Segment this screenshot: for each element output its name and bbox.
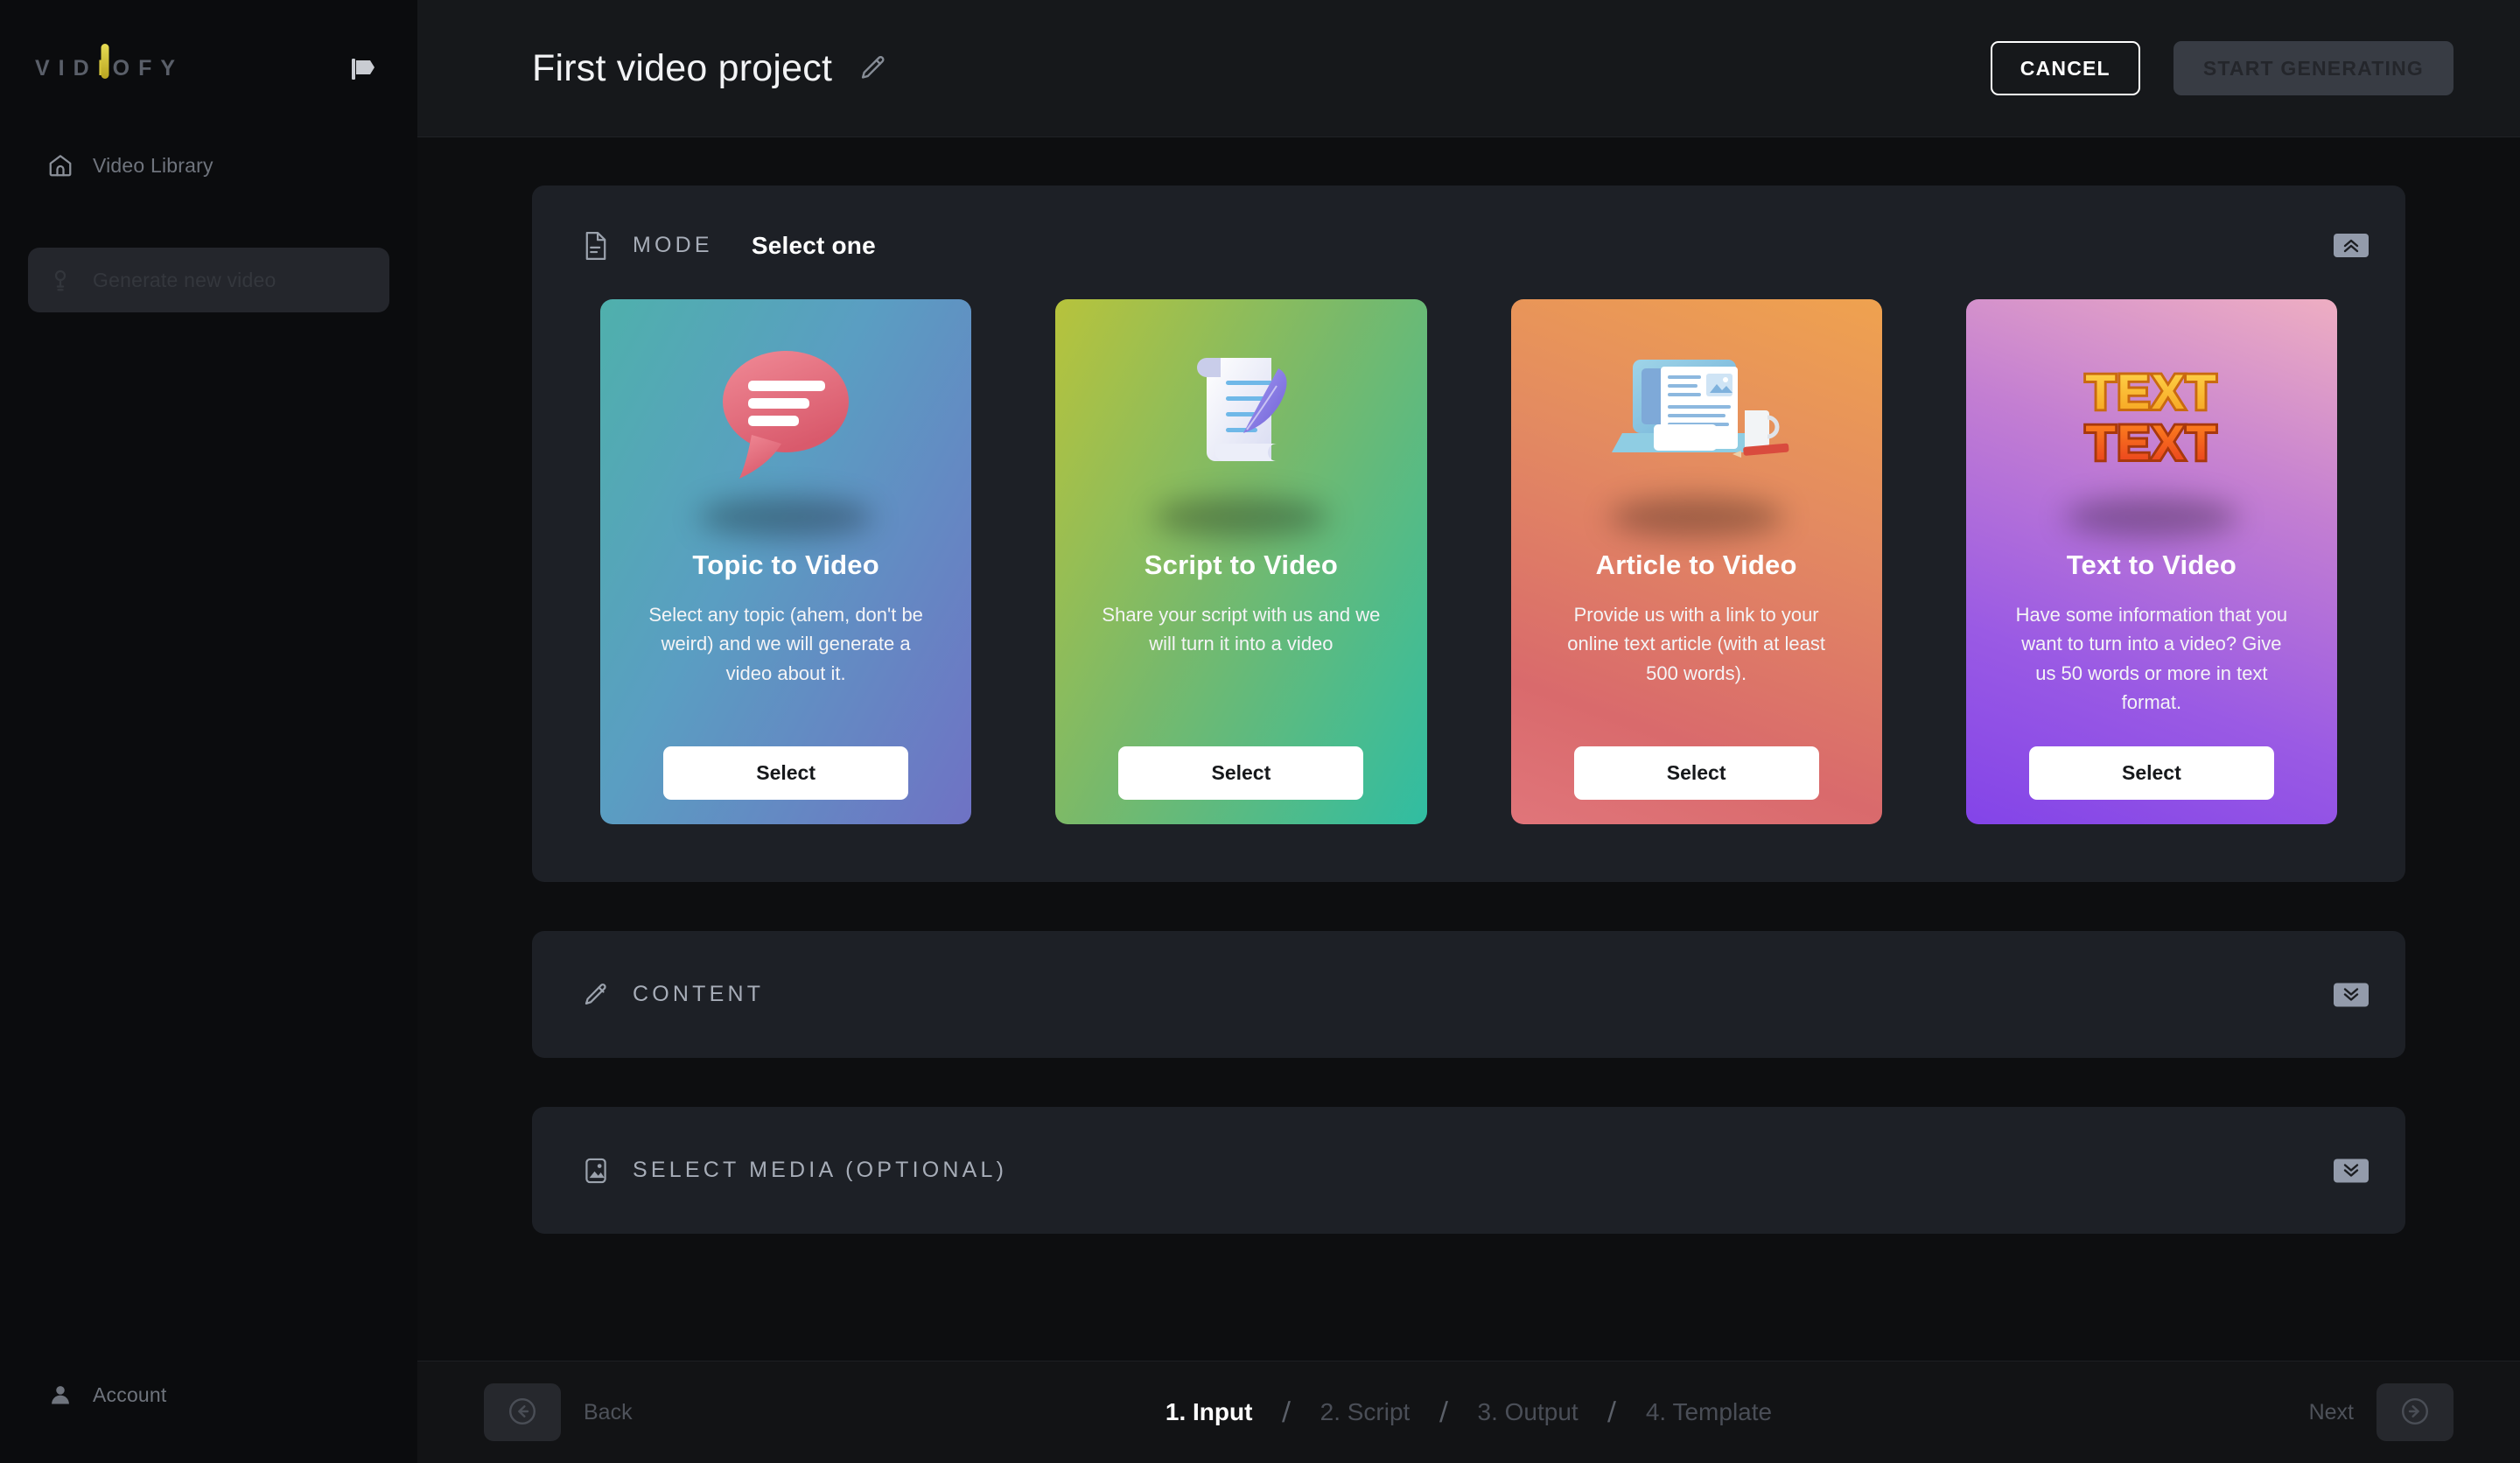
step-separator: /: [1438, 1396, 1449, 1428]
sidebar-header: VID I OFY: [0, 0, 417, 137]
document-icon: [581, 231, 610, 260]
laptop-article-icon: [1611, 360, 1789, 458]
card-title: Text to Video: [2066, 550, 2237, 580]
sidebar-nav: Video Library Generate new video: [0, 137, 417, 312]
image-icon: [581, 1156, 610, 1185]
wizard-steps: 1. Input / 2. Script / 3. Output / 4. Te…: [1166, 1396, 1772, 1429]
card-art: [623, 299, 948, 544]
double-chevron-up-icon[interactable]: [2334, 234, 2369, 257]
step-separator: /: [1607, 1396, 1617, 1428]
select-button[interactable]: Select: [2028, 746, 2274, 800]
content-section-label: CONTENT: [633, 982, 765, 1006]
sidebar-item-video-library[interactable]: Video Library: [28, 137, 389, 193]
sidebar-item-label: Account: [93, 1382, 167, 1406]
step-script[interactable]: 2. Script: [1320, 1398, 1410, 1426]
sidebar-footer: Account: [0, 1367, 417, 1463]
flag-icon[interactable]: [346, 51, 382, 88]
card-description: Have some information that you want to t…: [2015, 604, 2288, 714]
start-generating-button[interactable]: START GENERATING: [2173, 41, 2454, 95]
card-description: Share your script with us and we will tu…: [1102, 604, 1381, 655]
user-icon: [47, 1382, 74, 1408]
svg-text:TEXT: TEXT: [2085, 415, 2217, 470]
mode-cards-list: Topic to Video Select any topic (ahem, d…: [532, 260, 2405, 882]
content-scroll-area: MODE Select one Topic to Video Select an…: [417, 137, 2520, 1361]
select-media-panel[interactable]: SELECT MEDIA (OPTIONAL): [532, 1107, 2405, 1234]
logo-accent-letter: I: [97, 56, 113, 80]
card-art: [1078, 299, 1404, 544]
select-media-section-label: SELECT MEDIA (OPTIONAL): [633, 1158, 1008, 1182]
magic-wand-icon: [47, 267, 74, 293]
card-title: Script to Video: [1144, 550, 1338, 580]
select-button[interactable]: Select: [1118, 746, 1364, 800]
cancel-button[interactable]: CANCEL: [1990, 41, 2140, 95]
card-title: Topic to Video: [692, 550, 879, 580]
card-title: Article to Video: [1595, 550, 1797, 580]
pencil-icon: [581, 980, 610, 1009]
back-label: Back: [584, 1399, 633, 1424]
sidebar-item-label: Generate new video: [93, 268, 276, 291]
sidebar: VID I OFY Video Library Generate new vid…: [0, 0, 417, 1463]
text-text-icon: TEXT TEXT TEXT TEXT: [2082, 361, 2218, 472]
top-bar: First video project CANCEL START GENERAT…: [417, 0, 2520, 137]
step-template[interactable]: 4. Template: [1646, 1398, 1772, 1426]
sidebar-item-account[interactable]: Account: [28, 1367, 389, 1423]
mode-section-value: Select one: [751, 231, 876, 259]
top-bar-actions: CANCEL START GENERATING: [1990, 41, 2454, 95]
mode-card-article-to-video[interactable]: Article to Video Provide us with a link …: [1510, 299, 1882, 824]
speech-bubble-icon: [723, 351, 850, 479]
select-button[interactable]: Select: [1573, 746, 1819, 800]
mode-panel-header: MODE Select one: [532, 186, 2405, 260]
page-title: First video project: [532, 46, 833, 89]
double-chevron-down-icon[interactable]: [2334, 1158, 2369, 1182]
mode-card-script-to-video[interactable]: Script to Video Share your script with u…: [1055, 299, 1427, 824]
back-button[interactable]: [484, 1383, 561, 1441]
select-media-panel-header: SELECT MEDIA (OPTIONAL): [532, 1107, 2405, 1234]
card-art: [1534, 299, 1859, 544]
app-root: VID I OFY Video Library Generate new vid…: [0, 0, 2520, 1463]
mode-panel: MODE Select one Topic to Video Select an…: [532, 186, 2405, 882]
mode-card-text-to-video[interactable]: TEXT TEXT TEXT TEXT Text to Video Have s…: [1965, 299, 2337, 824]
content-panel[interactable]: CONTENT: [532, 931, 2405, 1058]
wizard-footer: Back 1. Input / 2. Script / 3. Output / …: [417, 1361, 2520, 1463]
scroll-quill-icon: [1197, 358, 1287, 461]
step-input[interactable]: 1. Input: [1166, 1398, 1253, 1426]
sidebar-item-generate-new-video[interactable]: Generate new video: [28, 248, 389, 312]
pencil-icon[interactable]: [857, 52, 890, 85]
next-button[interactable]: [2376, 1383, 2454, 1441]
card-description: Provide us with a link to your online te…: [1567, 604, 1825, 684]
mode-section-label: MODE: [633, 233, 713, 257]
card-description: Select any topic (ahem, don't be weird) …: [648, 604, 923, 684]
next-label: Next: [2308, 1399, 2354, 1424]
step-output[interactable]: 3. Output: [1477, 1398, 1578, 1426]
sidebar-item-label: Video Library: [93, 153, 214, 177]
logo-text-part1: VID: [35, 56, 98, 80]
arrow-left-circle-icon: [507, 1396, 538, 1430]
content-panel-header: CONTENT: [532, 931, 2405, 1058]
select-button[interactable]: Select: [663, 746, 909, 800]
footer-next-group: Next: [2309, 1383, 2454, 1441]
arrow-right-circle-icon: [2399, 1396, 2431, 1430]
double-chevron-down-icon[interactable]: [2334, 983, 2369, 1006]
svg-text:TEXT: TEXT: [2085, 364, 2217, 419]
main-area: First video project CANCEL START GENERAT…: [417, 0, 2520, 1463]
card-art: TEXT TEXT TEXT TEXT: [1989, 299, 2314, 544]
logo-text-part2: OFY: [112, 56, 185, 80]
mode-card-topic-to-video[interactable]: Topic to Video Select any topic (ahem, d…: [600, 299, 972, 824]
home-icon: [47, 152, 74, 178]
step-separator: /: [1281, 1396, 1292, 1428]
app-logo[interactable]: VID I OFY: [35, 56, 184, 81]
